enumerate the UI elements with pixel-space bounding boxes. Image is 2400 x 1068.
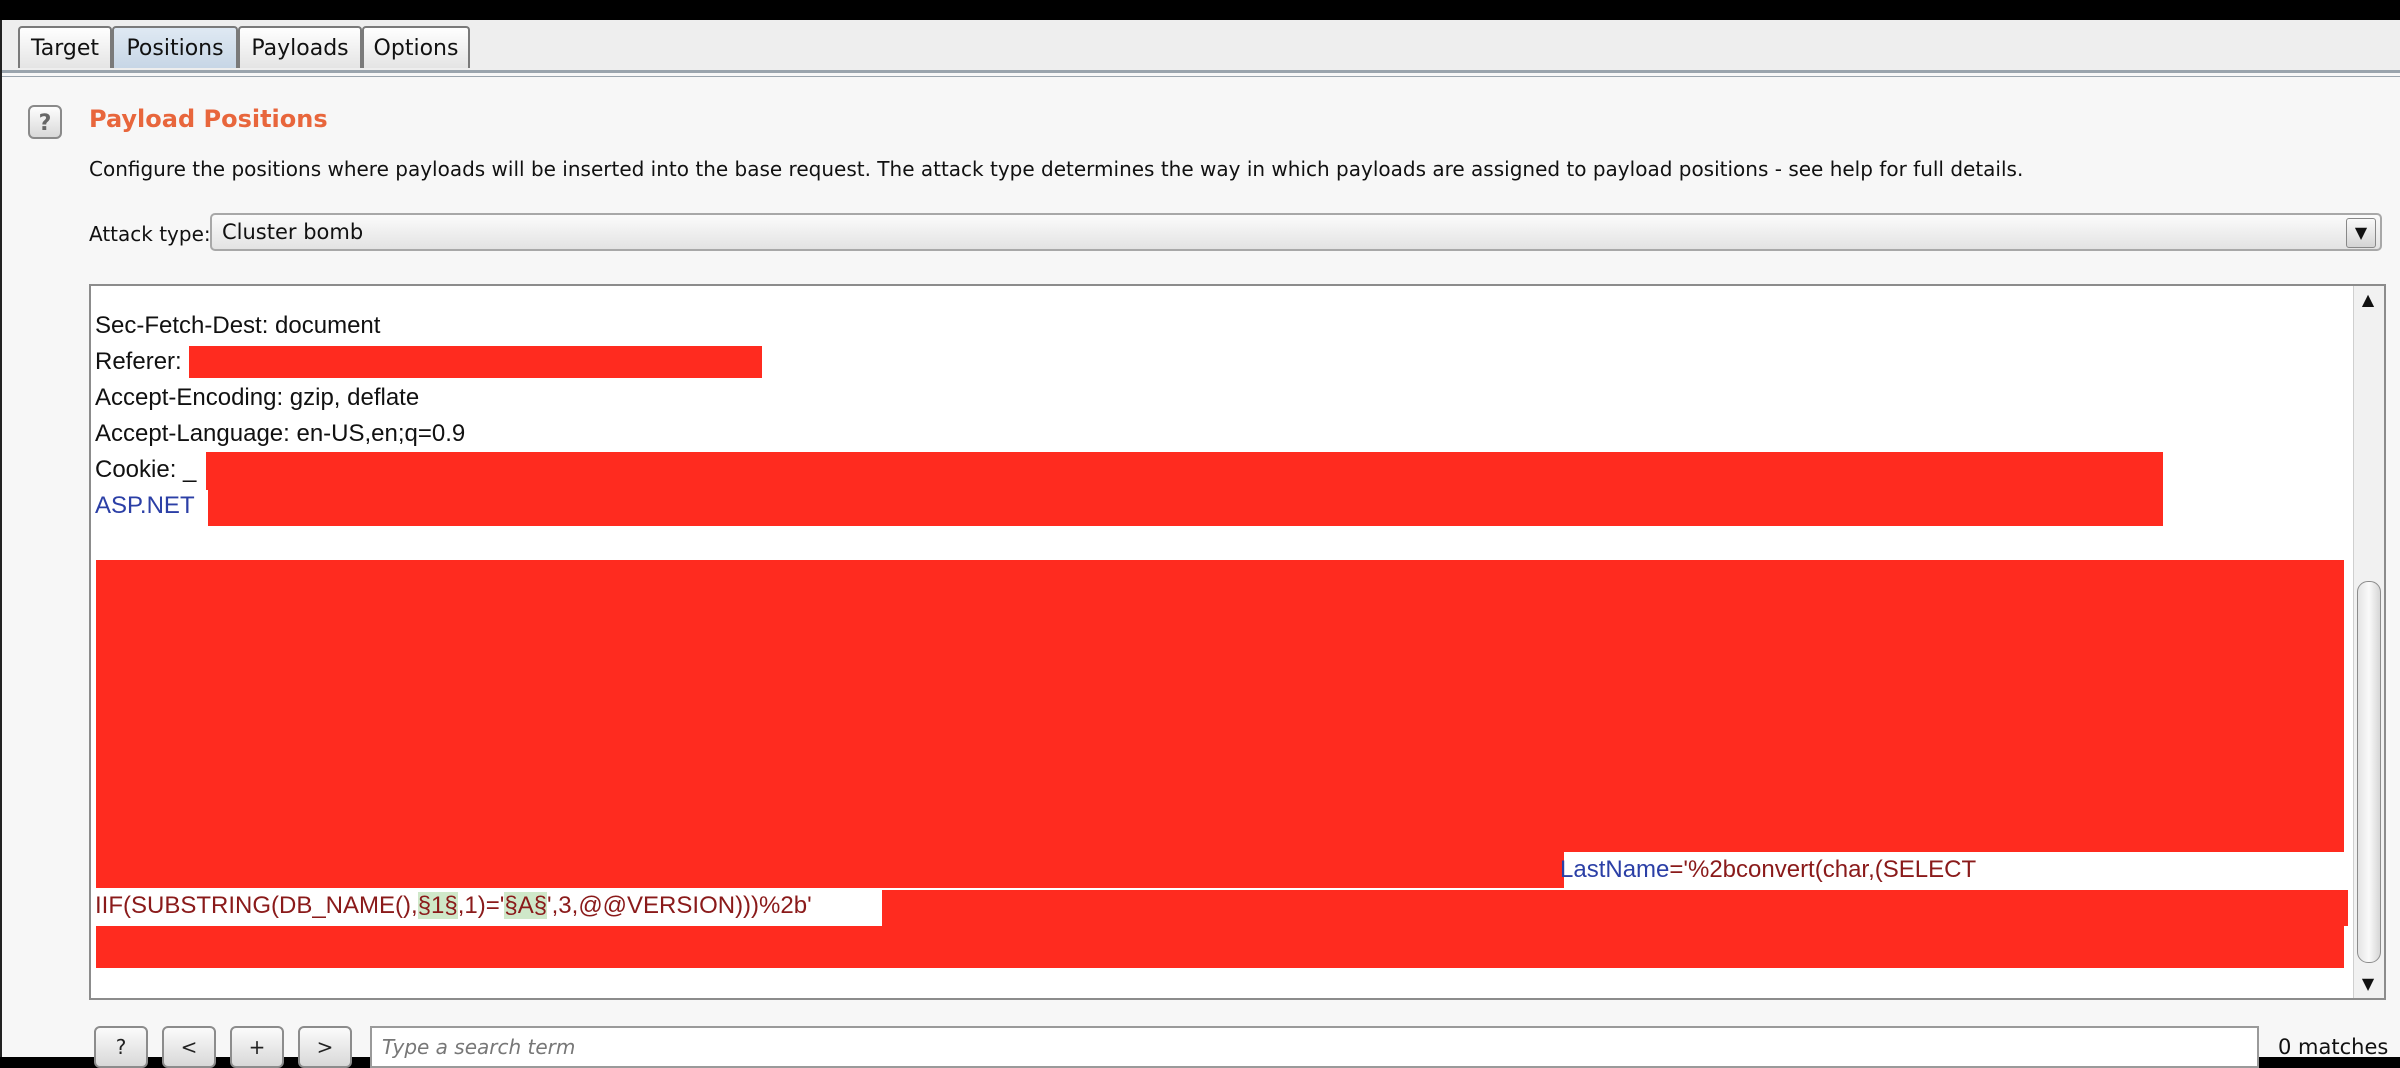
tab-payloads[interactable]: Payloads: [238, 26, 362, 68]
chevron-down-icon[interactable]: ▼: [2346, 218, 2376, 248]
redaction-block: [882, 890, 2348, 926]
payload-text: IIF(SUBSTRING(DB_NAME(),: [95, 892, 418, 919]
redaction-block: [208, 490, 2163, 526]
tab-target[interactable]: Target: [18, 26, 112, 68]
next-match-button[interactable]: >: [298, 1026, 352, 1068]
redaction-block: [206, 452, 2163, 490]
scroll-up-icon[interactable]: ▲: [2356, 288, 2380, 312]
attack-type-label: Attack type:: [89, 222, 211, 246]
scroll-down-icon[interactable]: ▼: [2356, 972, 2380, 996]
request-line: Cookie: _: [95, 456, 197, 483]
payload-param-line: LastName='%2bconvert(char,(SELECT: [1560, 856, 1976, 884]
request-editor[interactable]: Sec-Fetch-Dest: document Referer: Accept…: [89, 284, 2386, 1000]
help-icon[interactable]: ?: [28, 105, 62, 139]
param-value: ='%2bconvert(char,(SELECT: [1669, 856, 1977, 883]
payload-text: ,1)=': [457, 892, 505, 919]
request-line: Sec-Fetch-Dest: document: [95, 312, 381, 339]
tab-options[interactable]: Options: [362, 26, 470, 68]
request-line: Accept-Encoding: gzip, deflate: [95, 384, 420, 411]
editor-scrollbar[interactable]: ▲ ▼: [2353, 286, 2384, 998]
previous-match-button[interactable]: <: [162, 1026, 216, 1068]
tab-divider: [2, 76, 2400, 77]
request-line: Accept-Language: en-US,en;q=0.9: [95, 420, 466, 447]
match-count: 0 matches: [2278, 1035, 2389, 1059]
redaction-block: [96, 852, 1564, 888]
search-input[interactable]: [370, 1026, 2259, 1068]
tab-positions[interactable]: Positions: [112, 26, 238, 68]
attack-type-select[interactable]: Cluster bomb ▼: [210, 213, 2382, 251]
tab-bar: Target Positions Payloads Options: [2, 20, 2400, 77]
redaction-block: [189, 346, 762, 378]
payload-expression-line: IIF(SUBSTRING(DB_NAME(),§1§,1)='§A§',3,@…: [95, 892, 812, 920]
redaction-block: [96, 560, 2344, 852]
add-button[interactable]: +: [230, 1026, 284, 1068]
intruder-positions-panel: Target Positions Payloads Options ? Payl…: [0, 20, 2400, 1068]
section-description: Configure the positions where payloads w…: [89, 157, 2024, 181]
payload-marker[interactable]: §A§: [504, 892, 548, 919]
attack-type-value: Cluster bomb: [222, 220, 364, 244]
payload-marker[interactable]: §1§: [417, 892, 458, 919]
redaction-block: [96, 926, 2344, 968]
payload-text: ',3,@@VERSION)))%2b': [547, 892, 812, 919]
request-line: ASP.NET: [95, 492, 195, 519]
param-name: LastName: [1560, 856, 1670, 883]
section-title: Payload Positions: [89, 105, 328, 133]
search-help-button[interactable]: ?: [94, 1026, 148, 1068]
scroll-thumb[interactable]: [2357, 581, 2381, 963]
request-line: Referer:: [95, 348, 182, 375]
